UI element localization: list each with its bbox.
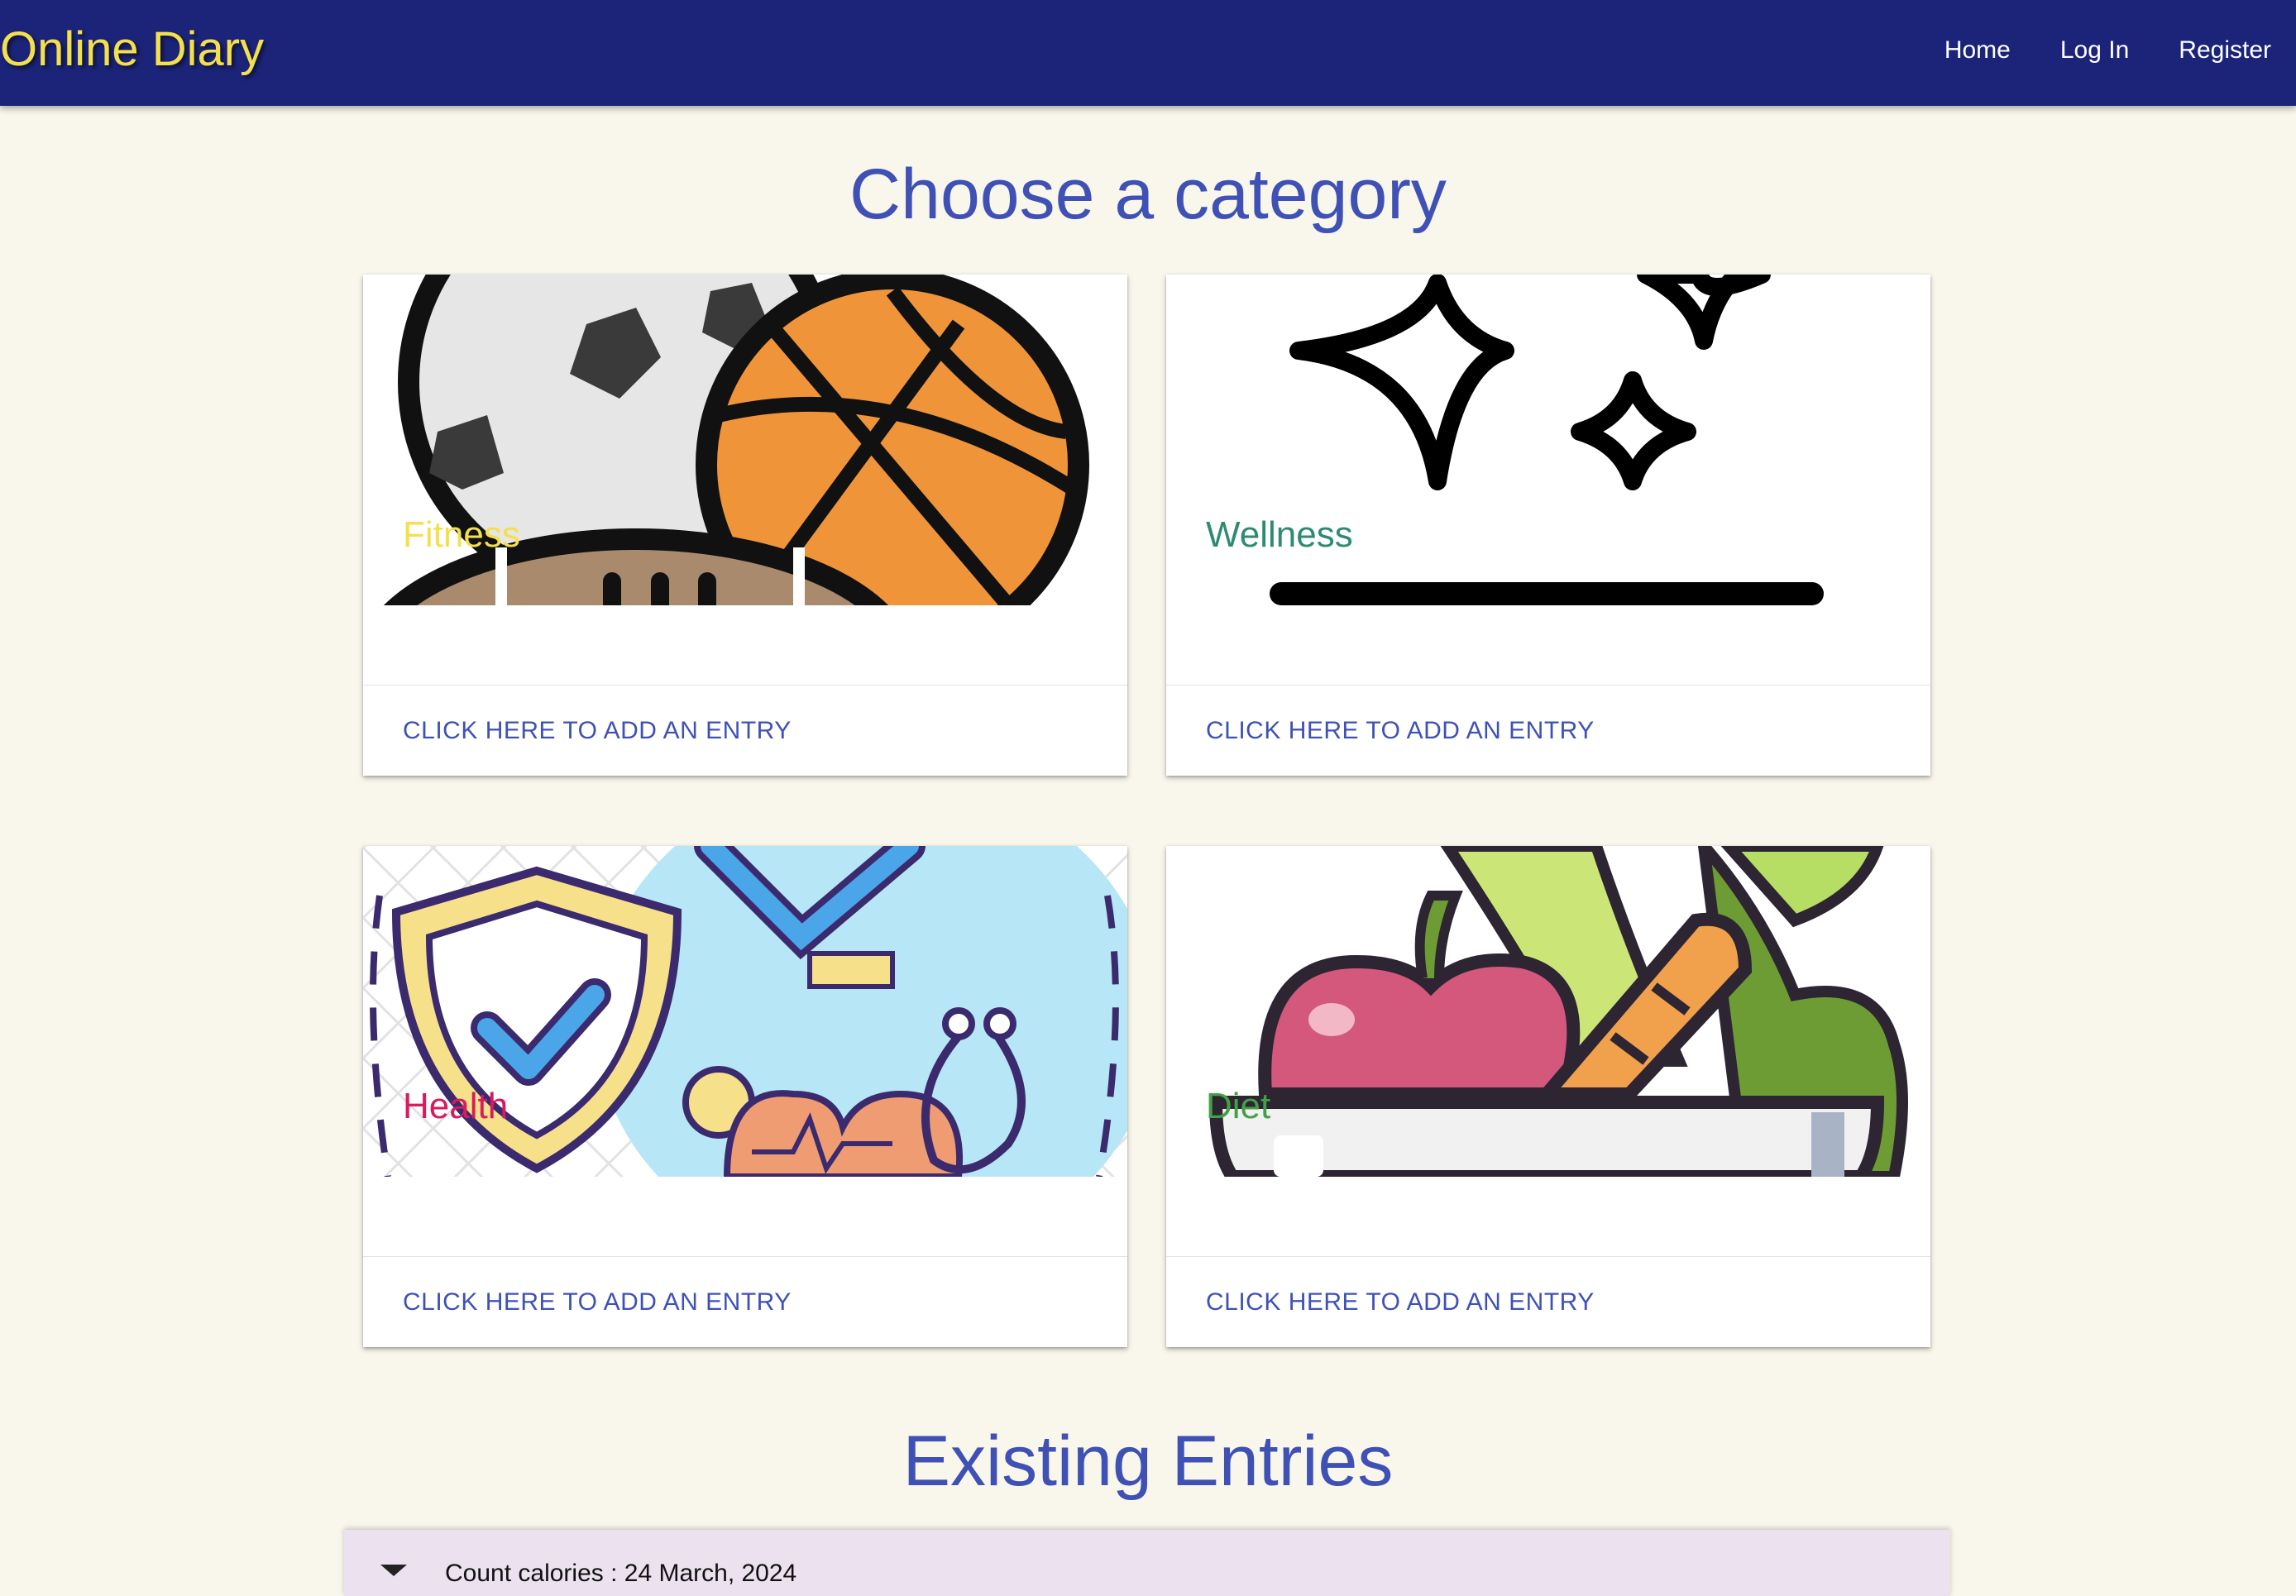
card-title-wellness: Wellness xyxy=(1206,514,1353,555)
fruit-bowl-icon xyxy=(1166,846,1930,1177)
health-shield-icon xyxy=(363,846,1127,1177)
add-entry-wellness-button[interactable]: CLICK HERE TO ADD AN ENTRY xyxy=(1206,717,1595,745)
health-image xyxy=(363,846,1127,1177)
sports-balls-icon xyxy=(363,275,1127,605)
diet-image xyxy=(1166,846,1930,1177)
card-action-diet: CLICK HERE TO ADD AN ENTRY xyxy=(1166,1256,1930,1348)
entries-heading: Existing Entries xyxy=(902,1422,1394,1501)
fitness-image xyxy=(363,275,1127,605)
nav-login-link[interactable]: Log In xyxy=(2060,36,2129,65)
nav-home-link[interactable]: Home xyxy=(1944,36,2011,65)
nav-register-link[interactable]: Register xyxy=(2179,36,2271,65)
card-title-fitness: Fitness xyxy=(403,514,520,555)
card-health: Health CLICK HERE TO ADD AN ENTRY xyxy=(363,846,1127,1347)
card-fitness: Fitness CLICK HERE TO ADD AN ENTRY xyxy=(363,275,1127,776)
card-wellness: Wellness CLICK HERE TO ADD AN ENTRY xyxy=(1166,275,1930,776)
categories-heading: Choose a category xyxy=(849,155,1447,234)
card-action-health: CLICK HERE TO ADD AN ENTRY xyxy=(363,1256,1127,1348)
sparkles-icon xyxy=(1166,275,1930,605)
card-action-fitness: CLICK HERE TO ADD AN ENTRY xyxy=(363,685,1127,776)
card-action-wellness: CLICK HERE TO ADD AN ENTRY xyxy=(1166,685,1930,776)
add-entry-diet-button[interactable]: CLICK HERE TO ADD AN ENTRY xyxy=(1206,1288,1595,1316)
expand-caret-icon[interactable] xyxy=(380,1565,407,1576)
card-title-health: Health xyxy=(403,1086,509,1126)
card-diet: Diet CLICK HERE TO ADD AN ENTRY xyxy=(1166,846,1930,1347)
card-title-diet: Diet xyxy=(1206,1086,1271,1126)
entry-label: Count calories : 24 March, 2024 xyxy=(445,1560,797,1587)
brand-logo[interactable]: Online Diary xyxy=(0,22,264,77)
entry-expansion-panel[interactable]: Count calories : 24 March, 2024 xyxy=(344,1530,1950,1596)
wellness-image xyxy=(1166,275,1930,605)
top-navbar: Online Diary Home Log In Register xyxy=(0,0,2296,106)
add-entry-health-button[interactable]: CLICK HERE TO ADD AN ENTRY xyxy=(403,1288,792,1316)
nav-links: Home Log In Register xyxy=(1944,36,2271,65)
add-entry-fitness-button[interactable]: CLICK HERE TO ADD AN ENTRY xyxy=(403,717,792,745)
